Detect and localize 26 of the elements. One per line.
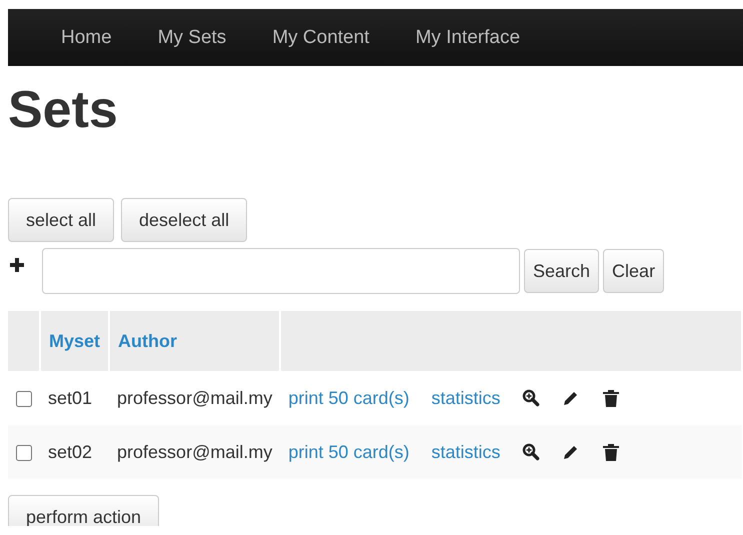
- select-button[interactable]: select all: [8, 198, 114, 242]
- search-button[interactable]: Clear: [603, 249, 664, 293]
- nav-link[interactable]: My Content: [272, 26, 370, 48]
- nav-link[interactable]: My Interface: [415, 26, 520, 48]
- zoom-icon[interactable]: [522, 443, 540, 461]
- print-link[interactable]: print 50 card(s): [288, 388, 410, 408]
- search-field[interactable]: [42, 248, 520, 294]
- statistics-link[interactable]: statistics: [431, 442, 500, 462]
- row-checkbox[interactable]: [16, 444, 32, 460]
- trash-icon[interactable]: [602, 443, 620, 461]
- search-button[interactable]: Search: [524, 249, 600, 293]
- select-button[interactable]: deselect all: [121, 198, 248, 242]
- statistics-link[interactable]: statistics: [431, 388, 500, 408]
- nav-link[interactable]: My Sets: [158, 26, 226, 48]
- row-checkbox[interactable]: [16, 390, 32, 406]
- trash-icon[interactable]: [602, 389, 620, 407]
- table-cell: professor@mail.my: [117, 388, 272, 408]
- table-cell: set01: [48, 388, 92, 408]
- nav-link[interactable]: Home: [61, 26, 112, 48]
- print-link[interactable]: print 50 card(s): [288, 442, 410, 462]
- perform-action-button[interactable]: perform action: [8, 495, 160, 526]
- table-cell: set02: [48, 442, 92, 462]
- table-cell: professor@mail.my: [117, 442, 272, 462]
- page-title: Sets: [8, 80, 118, 140]
- plus-icon[interactable]: [10, 258, 24, 272]
- zoom-icon[interactable]: [522, 389, 540, 407]
